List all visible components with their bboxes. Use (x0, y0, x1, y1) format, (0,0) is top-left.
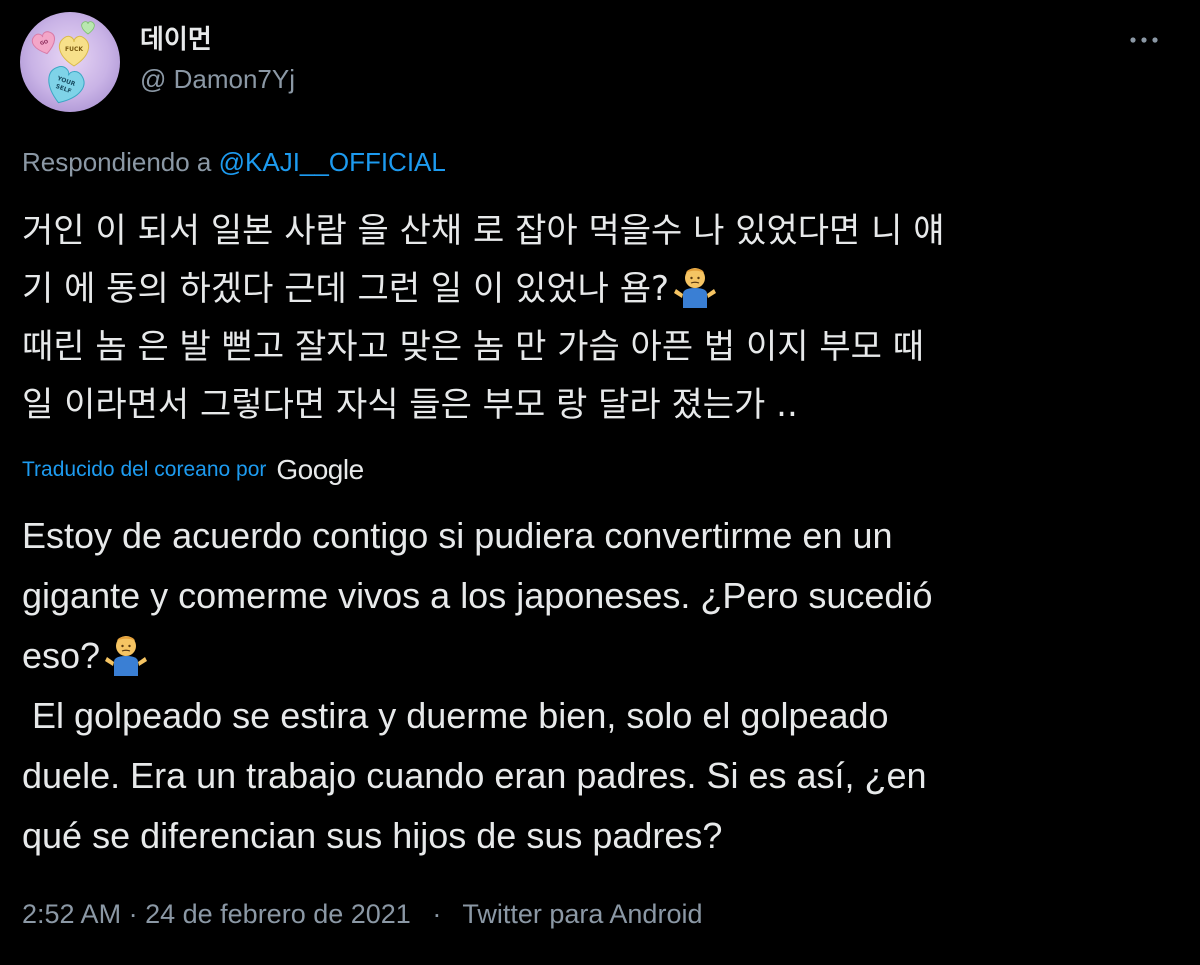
person-shrugging-emoji-icon (674, 268, 717, 308)
original-text-line: 거인 이 되서 일본 사람 을 산채 로 잡아 먹을수 나 있었다면 니 얘 (22, 211, 945, 251)
meta-separator: · (128, 899, 138, 929)
reply-mention-link[interactable]: @KAJI__OFFICIAL (219, 147, 446, 177)
translated-text-line: qué se diferencian sus hijos de sus padr… (22, 815, 723, 856)
user-handle[interactable]: @ Damon7Yj (140, 63, 295, 95)
person-shrugging-emoji-icon (105, 636, 148, 676)
translation-label-link[interactable]: Traducido del coreano por (22, 458, 266, 482)
tweet: GO FUCK YOUR SELF 데이먼 @ Damon7Yj Respond… (0, 0, 1200, 965)
original-text-line: 기 에 동의 하겠다 근데 그런 일 이 있었나 욤? (22, 260, 1182, 318)
google-logo: Google (276, 454, 364, 485)
original-text-line: 일 이라면서 그렇다면 자식 들은 부모 랑 달라 졌는가 .. (22, 385, 798, 425)
avatar-heart-fuck-text: FUCK (65, 46, 83, 53)
translated-text-line: gigante y comerme vivos a los japoneses.… (22, 575, 933, 616)
original-text-line: 때린 놈 은 발 뻗고 잘자고 맞은 놈 만 가슴 아픈 법 이지 부모 때 (22, 327, 925, 367)
more-horizontal-icon (1130, 37, 1158, 43)
more-options-button[interactable] (1122, 22, 1166, 58)
replying-to: Respondiendo a @KAJI__OFFICIAL (22, 144, 446, 180)
translated-text-line: Estoy de acuerdo contigo si pudiera conv… (22, 515, 893, 556)
tweet-translated-text: Estoy de acuerdo contigo si pudiera conv… (22, 506, 1182, 866)
tweet-source-link[interactable]: Twitter para Android (462, 899, 702, 929)
avatar-image: GO FUCK YOUR SELF (20, 12, 120, 112)
meta-separator: · (432, 899, 442, 929)
tweet-time-link[interactable]: 2:52 AM (22, 899, 121, 929)
tweet-original-text: 거인 이 되서 일본 사람 을 산채 로 잡아 먹을수 나 있었다면 니 얘 기… (22, 202, 1182, 434)
replying-to-label: Respondiendo a (22, 147, 212, 177)
avatar[interactable]: GO FUCK YOUR SELF (20, 12, 120, 112)
translated-text-line: eso? (22, 626, 1182, 686)
translation-attribution: Traducido del coreano por Google (22, 450, 364, 490)
translated-text-line: El golpeado se estira y duerme bien, sol… (22, 695, 889, 736)
tweet-date-link[interactable]: 24 de febrero de 2021 (145, 899, 411, 929)
display-name[interactable]: 데이먼 (140, 24, 212, 56)
translated-text-line: duele. Era un trabajo cuando eran padres… (22, 755, 927, 796)
tweet-metadata: 2:52 AM · 24 de febrero de 2021 · Twitte… (22, 894, 702, 934)
